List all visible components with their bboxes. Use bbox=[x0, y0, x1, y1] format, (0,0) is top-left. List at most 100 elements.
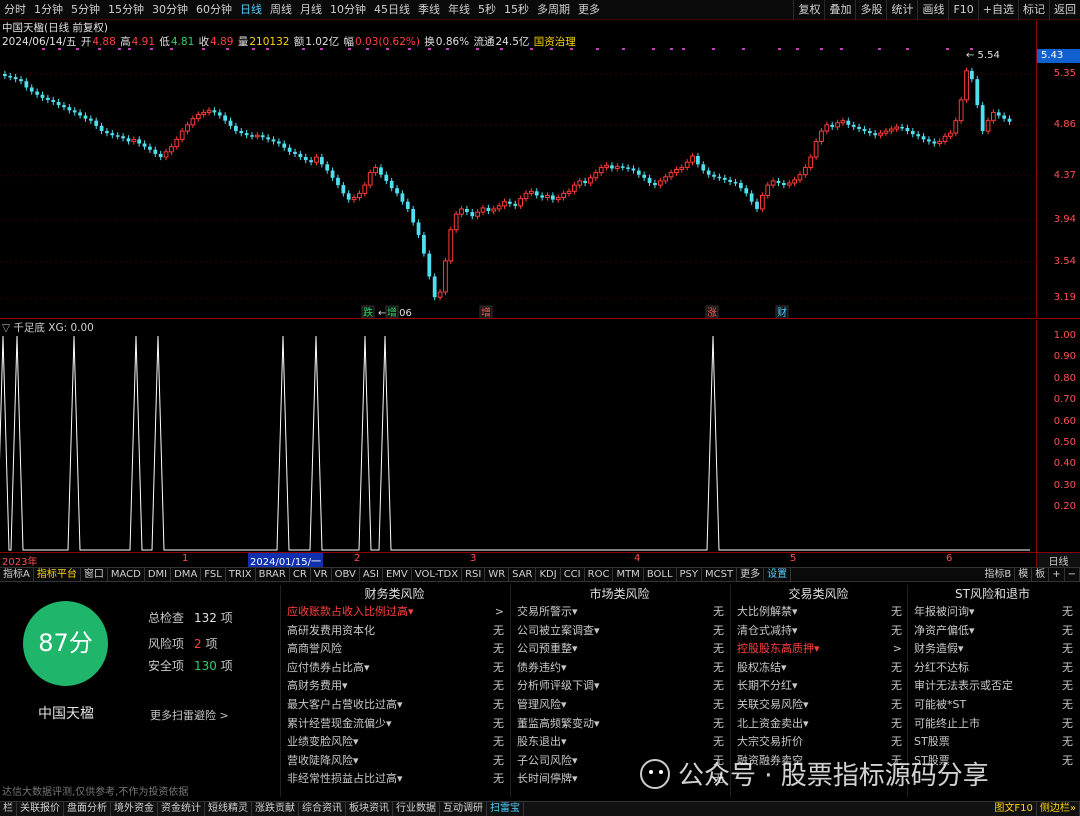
risk-row[interactable]: 管理风险▾ 无 bbox=[511, 696, 728, 715]
toolbar-button[interactable]: 统计 bbox=[886, 0, 917, 20]
risk-row[interactable]: 最大客户占营收比过高▾ 无 bbox=[281, 696, 508, 715]
risk-row[interactable]: 清仓式减持▾ 无 bbox=[731, 622, 906, 641]
risk-row[interactable]: 股东退出▾ 无 bbox=[511, 733, 728, 752]
concept-tag[interactable]: 国资治理 bbox=[534, 36, 576, 48]
period-tab[interactable]: 年线 bbox=[444, 0, 474, 20]
indicator-tab[interactable]: ROC bbox=[585, 567, 614, 582]
risk-row[interactable]: 北上资金卖出▾ 无 bbox=[731, 715, 906, 734]
risk-row[interactable]: 业绩变脸风险▾ 无 bbox=[281, 733, 508, 752]
risk-row[interactable]: 年报被问询▾ 无 bbox=[908, 603, 1077, 622]
indicator-tab[interactable]: MCST bbox=[702, 567, 738, 582]
indicator-tab[interactable]: WR bbox=[485, 567, 510, 582]
toolbar-button[interactable]: 叠加 bbox=[824, 0, 855, 20]
indicator-tab[interactable]: KDJ bbox=[536, 567, 561, 582]
period-tab[interactable]: 多周期 bbox=[533, 0, 574, 20]
indicator-tab[interactable]: 设置 bbox=[764, 567, 792, 582]
collapse-icon[interactable]: ▽ bbox=[2, 322, 10, 334]
bottom-tab[interactable]: 盘面分析 bbox=[64, 802, 111, 816]
candlestick-chart[interactable]: ← 5.54← 3.06跌增增涨财 bbox=[0, 48, 1036, 318]
bottom-tab[interactable]: 行业数据 bbox=[393, 802, 440, 816]
bottom-tab[interactable]: 涨跌贡献 bbox=[252, 802, 299, 816]
period-tab[interactable]: 30分钟 bbox=[148, 0, 192, 20]
period-tab[interactable]: 15秒 bbox=[500, 0, 533, 20]
period-tab[interactable]: 日线 bbox=[236, 0, 266, 20]
period-tab[interactable]: 月线 bbox=[296, 0, 326, 20]
period-tab[interactable]: 60分钟 bbox=[192, 0, 236, 20]
risk-row[interactable]: 债券违约▾ 无 bbox=[511, 659, 728, 678]
toolbar-button[interactable]: 画线 bbox=[917, 0, 948, 20]
bottom-right-button[interactable]: 图文F10 bbox=[991, 802, 1037, 816]
indicator-tab[interactable]: VR bbox=[311, 567, 332, 582]
risk-row[interactable]: 可能终止上市 无 bbox=[908, 715, 1077, 734]
risk-row[interactable]: 控股股东高质押▾ > bbox=[731, 640, 906, 659]
indicator-chart[interactable] bbox=[0, 334, 1036, 552]
period-tab[interactable]: 10分钟 bbox=[326, 0, 370, 20]
toolbar-button[interactable]: 标记 bbox=[1018, 0, 1049, 20]
toolbar-button[interactable]: +自选 bbox=[977, 0, 1018, 20]
indicator-tab[interactable]: 窗口 bbox=[81, 567, 108, 582]
risk-row[interactable]: 营收陡降风险▾ 无 bbox=[281, 752, 508, 771]
period-tab[interactable]: 1分钟 bbox=[30, 0, 67, 20]
risk-row[interactable]: 高研发费用资本化 无 bbox=[281, 622, 508, 641]
bottom-tab[interactable]: 资金统计 bbox=[158, 802, 205, 816]
risk-row[interactable]: 高财务费用▾ 无 bbox=[281, 677, 508, 696]
risk-row[interactable]: 交易所警示▾ 无 bbox=[511, 603, 728, 622]
indicator-tab[interactable]: TRIX bbox=[226, 567, 256, 582]
event-marker[interactable]: 增 bbox=[387, 306, 397, 318]
risk-row[interactable]: ST股票 无 bbox=[908, 733, 1077, 752]
indicator-tab[interactable]: BOLL bbox=[644, 567, 677, 582]
indicator-tab[interactable]: MACD bbox=[108, 567, 145, 582]
indicator-tab[interactable]: 指标A bbox=[0, 567, 34, 582]
period-tab[interactable]: 15分钟 bbox=[104, 0, 148, 20]
bottom-tab[interactable]: 关联报价 bbox=[17, 802, 64, 816]
tab-control[interactable]: 板 bbox=[1032, 567, 1050, 582]
period-tab[interactable]: 周线 bbox=[266, 0, 296, 20]
risk-row[interactable]: 净资产偏低▾ 无 bbox=[908, 622, 1077, 641]
toolbar-button[interactable]: F10 bbox=[948, 0, 977, 20]
period-tab[interactable]: 5分钟 bbox=[67, 0, 104, 20]
indicator-tab[interactable]: DMI bbox=[145, 567, 172, 582]
indicator-tab[interactable]: BRAR bbox=[256, 567, 290, 582]
risk-row[interactable]: 长期不分红▾ 无 bbox=[731, 677, 906, 696]
risk-row[interactable]: 应付债券占比高▾ 无 bbox=[281, 659, 508, 678]
indicator-tab[interactable]: 指标平台 bbox=[34, 567, 81, 582]
bottom-tab[interactable]: 境外资金 bbox=[111, 802, 158, 816]
indicator-tab[interactable]: CR bbox=[290, 567, 311, 582]
toolbar-button[interactable]: 多股 bbox=[855, 0, 886, 20]
period-tab[interactable]: 分时 bbox=[0, 0, 30, 20]
risk-row[interactable]: 股权冻结▾ 无 bbox=[731, 659, 906, 678]
risk-row[interactable]: 关联交易风险▾ 无 bbox=[731, 696, 906, 715]
event-marker[interactable]: 跌 bbox=[363, 306, 373, 318]
indicator-tab[interactable]: FSL bbox=[201, 567, 226, 582]
bottom-tab[interactable]: 短线精灵 bbox=[205, 802, 252, 816]
bottom-tab[interactable]: 扫雷宝 bbox=[487, 802, 524, 816]
tab-control[interactable]: 模 bbox=[1015, 567, 1033, 582]
risk-row[interactable]: 审计无法表示或否定 无 bbox=[908, 677, 1077, 696]
period-tab[interactable]: 季线 bbox=[414, 0, 444, 20]
risk-row[interactable]: 公司预重整▾ 无 bbox=[511, 640, 728, 659]
event-marker[interactable]: 财 bbox=[777, 306, 787, 318]
risk-row[interactable]: 大比例解禁▾ 无 bbox=[731, 603, 906, 622]
risk-row[interactable]: 非经常性损益占比过高▾ 无 bbox=[281, 770, 508, 789]
risk-row[interactable]: 分析师评级下调▾ 无 bbox=[511, 677, 728, 696]
indicator-tab[interactable]: 更多 bbox=[737, 567, 765, 582]
indicator-tab[interactable]: EMV bbox=[383, 567, 412, 582]
indicator-tab[interactable]: MTM bbox=[613, 567, 644, 582]
risk-row[interactable]: 大宗交易折价 无 bbox=[731, 733, 906, 752]
toolbar-button[interactable]: 返回 bbox=[1049, 0, 1080, 20]
risk-row[interactable]: 分红不达标 无 bbox=[908, 659, 1077, 678]
indicator-tab[interactable]: SAR bbox=[509, 567, 537, 582]
toolbar-button[interactable]: 复权 bbox=[793, 0, 824, 20]
event-marker[interactable]: 增 bbox=[481, 306, 491, 318]
more-scan-link[interactable]: 更多扫雷避险 > bbox=[150, 707, 229, 723]
event-marker[interactable]: 涨 bbox=[707, 307, 717, 318]
indicator-tab[interactable]: CCI bbox=[561, 567, 585, 582]
period-tab[interactable]: 更多 bbox=[574, 0, 604, 20]
risk-row[interactable]: 累计经营现金流偏少▾ 无 bbox=[281, 715, 508, 734]
bottom-right-button[interactable]: 侧边栏» bbox=[1037, 802, 1080, 816]
risk-row[interactable]: 应收账款占收入比例过高▾ > bbox=[281, 603, 508, 622]
tab-control[interactable]: − bbox=[1065, 567, 1080, 582]
tab-control[interactable]: + bbox=[1049, 567, 1065, 582]
bottom-tab[interactable]: 互动调研 bbox=[440, 802, 487, 816]
bottom-tab[interactable]: 综合资讯 bbox=[299, 802, 346, 816]
